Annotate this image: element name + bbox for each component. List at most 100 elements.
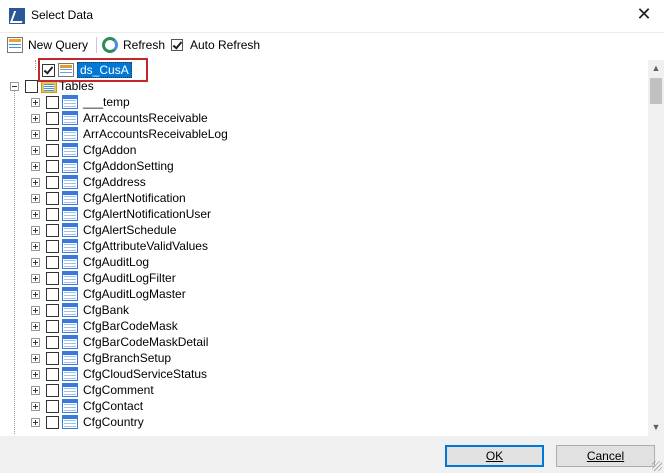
table-checkbox[interactable] [46, 207, 59, 221]
table-node[interactable]: CfgAddon [31, 142, 136, 158]
table-checkbox[interactable] [46, 319, 59, 333]
table-node[interactable]: CfgAlertNotificationUser [31, 206, 211, 222]
scroll-up-icon[interactable]: ▲ [648, 60, 664, 77]
table-node[interactable]: CfgCountry [31, 414, 144, 430]
table-icon [62, 175, 78, 189]
table-label: CfgCloudServiceStatus [83, 367, 208, 381]
table-checkbox[interactable] [46, 399, 59, 413]
table-checkbox[interactable] [46, 303, 59, 317]
table-node[interactable]: CfgBarCodeMaskDetail [31, 334, 208, 350]
table-checkbox[interactable] [46, 159, 59, 173]
table-icon [62, 255, 78, 269]
collapse-icon[interactable] [10, 81, 19, 91]
expand-icon[interactable] [31, 305, 40, 315]
table-label: CfgAddress [83, 175, 146, 189]
new-query-label: New Query [28, 38, 89, 52]
toolbar: New Query Refresh Auto Refresh [0, 33, 664, 57]
expand-icon[interactable] [31, 369, 40, 379]
table-node[interactable]: CfgAuditLog [31, 254, 149, 270]
expand-icon[interactable] [31, 193, 40, 203]
expand-icon[interactable] [31, 385, 40, 395]
table-checkbox[interactable] [46, 383, 59, 397]
table-node[interactable]: CfgAttributeValidValues [31, 238, 208, 254]
resize-grip-icon[interactable] [652, 461, 662, 471]
expand-icon[interactable] [31, 177, 40, 187]
table-checkbox[interactable] [46, 351, 59, 365]
table-checkbox[interactable] [46, 335, 59, 349]
refresh-button[interactable]: Refresh [102, 35, 165, 55]
table-node[interactable]: CfgComment [31, 382, 154, 398]
expand-icon[interactable] [31, 225, 40, 235]
table-icon [62, 415, 78, 429]
table-checkbox[interactable] [46, 191, 59, 205]
scroll-down-icon[interactable]: ▼ [648, 419, 664, 436]
table-label: CfgBank [83, 303, 130, 317]
table-checkbox[interactable] [46, 111, 59, 125]
table-node[interactable]: CfgContact [31, 398, 143, 414]
tables-folder-label: Tables [59, 79, 94, 93]
table-checkbox[interactable] [46, 415, 59, 429]
auto-refresh-checkbox[interactable] [171, 39, 183, 51]
table-node[interactable]: ArrAccountsReceivableLog [31, 126, 228, 142]
table-checkbox[interactable] [46, 95, 59, 109]
table-checkbox[interactable] [46, 255, 59, 269]
expand-icon[interactable] [31, 321, 40, 331]
table-checkbox[interactable] [46, 127, 59, 141]
table-label: ___temp [83, 95, 130, 109]
table-icon [62, 143, 78, 157]
table-checkbox[interactable] [46, 367, 59, 381]
table-checkbox[interactable] [46, 223, 59, 237]
table-node[interactable]: CfgBank [31, 302, 129, 318]
data-tree[interactable]: ds_CusA Tables ___temp ArrAccountsReceiva… [0, 60, 648, 435]
expand-icon[interactable] [31, 129, 40, 139]
ok-button[interactable]: OK [445, 445, 544, 467]
expand-icon[interactable] [31, 113, 40, 123]
table-node[interactable]: CfgBranchSetup [31, 350, 171, 366]
table-label: CfgAuditLogFilter [83, 271, 176, 285]
scroll-thumb[interactable] [650, 78, 662, 104]
vertical-scrollbar[interactable]: ▲ ▼ [648, 60, 664, 436]
table-checkbox[interactable] [46, 287, 59, 301]
table-label: ArrAccountsReceivable [83, 111, 208, 125]
datasource-checkbox[interactable] [42, 63, 55, 77]
expand-icon[interactable] [31, 289, 40, 299]
table-node[interactable]: CfgAlertSchedule [31, 222, 176, 238]
new-query-button[interactable]: New Query [7, 35, 88, 55]
table-node[interactable]: ArrAccountsReceivable [31, 110, 208, 126]
tables-folder-node[interactable]: Tables [10, 78, 94, 94]
expand-icon[interactable] [31, 241, 40, 251]
cancel-button[interactable]: Cancel [556, 445, 655, 467]
table-checkbox[interactable] [46, 271, 59, 285]
table-node[interactable]: CfgAuditLogFilter [31, 270, 176, 286]
close-icon[interactable]: ✕ [634, 4, 654, 24]
table-node[interactable]: CfgAddonSetting [31, 158, 174, 174]
table-icon [62, 287, 78, 301]
table-label: CfgAddon [83, 143, 137, 157]
expand-icon[interactable] [31, 337, 40, 347]
expand-icon[interactable] [31, 209, 40, 219]
table-icon [62, 111, 78, 125]
table-node[interactable]: CfgCloudServiceStatus [31, 366, 207, 382]
expand-icon[interactable] [31, 417, 40, 427]
expand-icon[interactable] [31, 145, 40, 155]
expand-icon[interactable] [31, 97, 40, 107]
expand-icon[interactable] [31, 273, 40, 283]
table-checkbox[interactable] [46, 239, 59, 253]
table-icon [62, 335, 78, 349]
table-node[interactable]: CfgBarCodeMask [31, 318, 178, 334]
datasource-node[interactable]: ds_CusA [42, 62, 132, 78]
table-node[interactable]: CfgAuditLogMaster [31, 286, 186, 302]
tables-folder-checkbox[interactable] [25, 79, 38, 93]
expand-icon[interactable] [31, 401, 40, 411]
auto-refresh-toggle[interactable]: Auto Refresh [171, 35, 260, 55]
table-node[interactable]: CfgAddress [31, 174, 146, 190]
table-node[interactable]: ___temp [31, 94, 130, 110]
table-node[interactable]: CfgAlertNotification [31, 190, 186, 206]
expand-icon[interactable] [31, 161, 40, 171]
expand-icon[interactable] [31, 257, 40, 267]
table-checkbox[interactable] [46, 175, 59, 189]
table-checkbox[interactable] [46, 143, 59, 157]
expand-icon[interactable] [31, 353, 40, 363]
table-label: ArrAccountsReceivableLog [83, 127, 228, 141]
table-icon [62, 223, 78, 237]
